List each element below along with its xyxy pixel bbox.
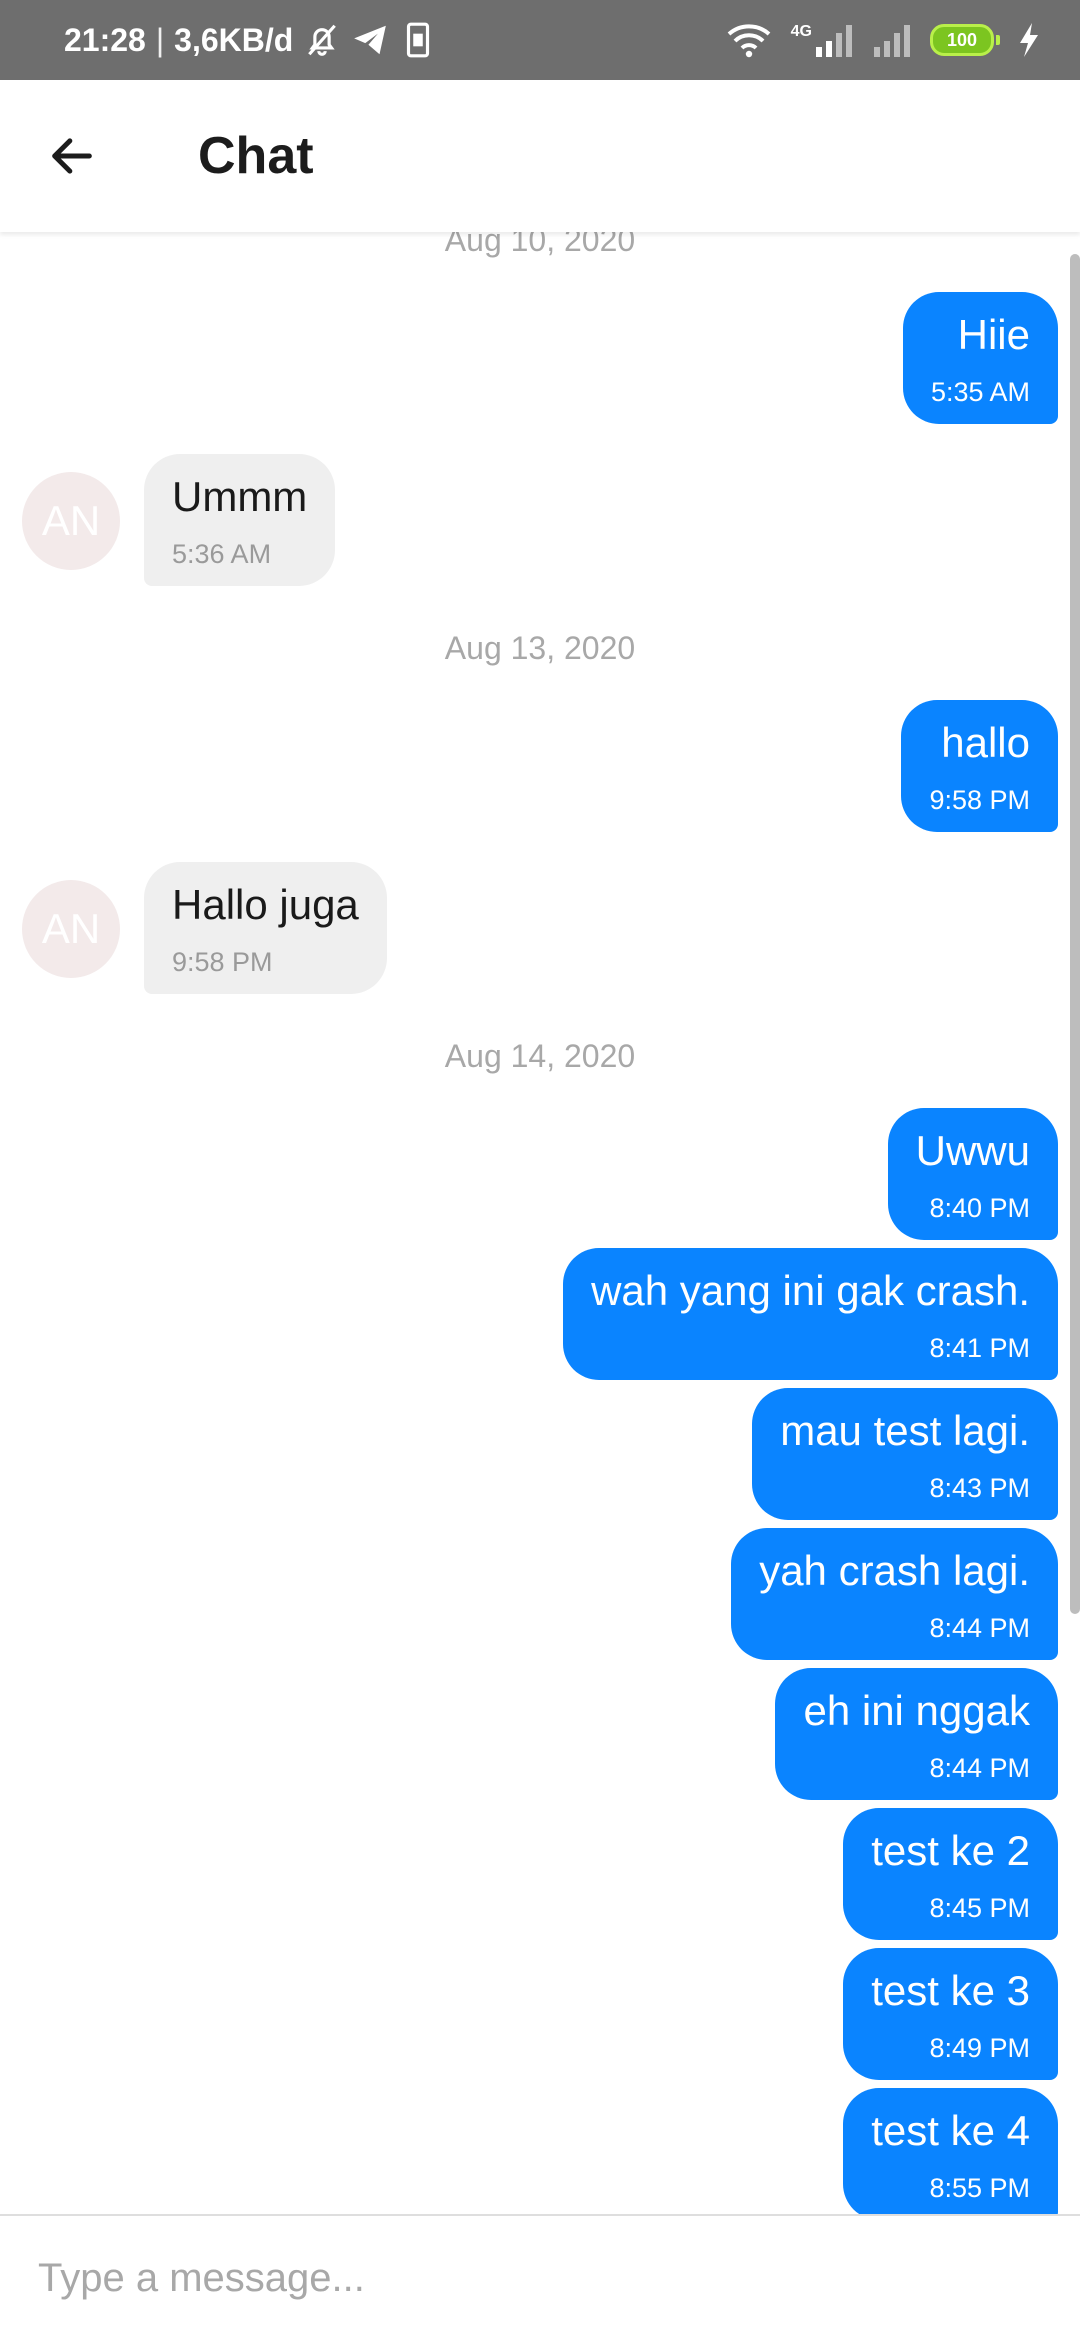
message-time: 8:55 PM (929, 2173, 1030, 2203)
message-time: 8:45 PM (929, 1893, 1030, 1923)
message-time: 8:40 PM (929, 1193, 1030, 1223)
signal-icon (816, 25, 852, 57)
date-separator: Aug 13, 2020 (444, 630, 636, 666)
battery-tip (996, 35, 1000, 45)
message-bubble-outgoing[interactable]: Uwwu 8:40 PM (887, 1108, 1058, 1240)
status-bar: 21:28 | 3,6KB/d 4G 100 (0, 0, 1080, 80)
message-bubble-incoming[interactable]: Ummm 5:36 AM (144, 454, 336, 586)
message-bubble-outgoing[interactable]: eh ini nggak 8:44 PM (775, 1668, 1058, 1800)
sim-icon (407, 22, 430, 58)
back-button[interactable] (36, 120, 108, 192)
message-text: Ummm (172, 473, 308, 520)
telegram-icon (354, 25, 387, 55)
message-text: eh ini nggak (803, 1687, 1030, 1734)
avatar[interactable]: AN (22, 472, 120, 570)
message-text: yah crash lagi. (759, 1547, 1030, 1594)
message-list[interactable]: Aug 10, 2020 Hiie 5:35 AM AN Ummm 5:36 A… (0, 232, 1080, 2214)
date-separator: Aug 14, 2020 (444, 1038, 636, 1074)
date-separator: Aug 10, 2020 (444, 232, 636, 258)
message-time: 8:49 PM (929, 2033, 1030, 2063)
signal-icon (874, 25, 910, 57)
cell-signal-1: 4G (791, 23, 854, 57)
message-bubble-outgoing[interactable]: hallo 9:58 PM (901, 700, 1058, 832)
message-time: 8:43 PM (929, 1473, 1030, 1503)
message-time: 9:58 PM (172, 947, 273, 977)
message-text: test ke 3 (871, 1967, 1030, 2014)
message-text: Hiie (957, 311, 1030, 358)
battery-indicator: 100 (930, 24, 1000, 56)
page-title: Chat (198, 127, 314, 185)
arrow-left-icon (52, 138, 92, 174)
message-text: test ke 4 (871, 2107, 1030, 2154)
message-bubble-outgoing[interactable]: yah crash lagi. 8:44 PM (731, 1528, 1058, 1660)
network-type: 4G (790, 23, 812, 40)
message-bubble-outgoing[interactable]: mau test lagi. 8:43 PM (752, 1388, 1058, 1520)
message-time: 9:58 PM (929, 785, 1030, 815)
bell-off-icon (308, 24, 337, 56)
status-time: 21:28 (64, 21, 146, 58)
message-text: mau test lagi. (780, 1407, 1030, 1454)
app-bar: Chat (0, 80, 1080, 232)
status-bar-left: 21:28 | 3,6KB/d (64, 0, 437, 80)
message-input[interactable] (36, 2240, 1040, 2316)
network-speed: 3,6KB/d (174, 21, 294, 58)
charging-icon (1020, 23, 1038, 57)
message-text: Uwwu (915, 1127, 1030, 1174)
message-time: 8:41 PM (929, 1333, 1030, 1363)
message-bubble-outgoing[interactable]: Hiie 5:35 AM (902, 292, 1058, 424)
wifi-icon (727, 24, 770, 58)
message-text: test ke 2 (871, 1827, 1030, 1874)
message-time: 8:44 PM (929, 1753, 1030, 1783)
battery-level: 100 (930, 24, 994, 56)
message-text: wah yang ini gak crash. (591, 1267, 1030, 1314)
message-composer (0, 2214, 1080, 2342)
message-bubble-outgoing[interactable]: test ke 2 8:45 PM (843, 1808, 1058, 1940)
message-time: 5:35 AM (930, 377, 1030, 407)
scrollbar[interactable] (1070, 254, 1080, 1614)
status-separator: | (155, 21, 165, 58)
message-bubble-outgoing[interactable]: wah yang ini gak crash. 8:41 PM (563, 1248, 1058, 1380)
avatar[interactable]: AN (22, 880, 120, 978)
message-bubble-outgoing[interactable]: test ke 4 8:55 PM (843, 2088, 1058, 2214)
message-text: Hallo juga (172, 881, 359, 928)
message-bubble-incoming[interactable]: Hallo juga 9:58 PM (144, 862, 387, 994)
message-text: hallo (941, 719, 1030, 766)
message-bubble-outgoing[interactable]: test ke 3 8:49 PM (843, 1948, 1058, 2080)
message-time: 5:36 AM (172, 539, 272, 569)
status-bar-right: 4G 100 (725, 0, 1040, 80)
message-time: 8:44 PM (929, 1613, 1030, 1643)
